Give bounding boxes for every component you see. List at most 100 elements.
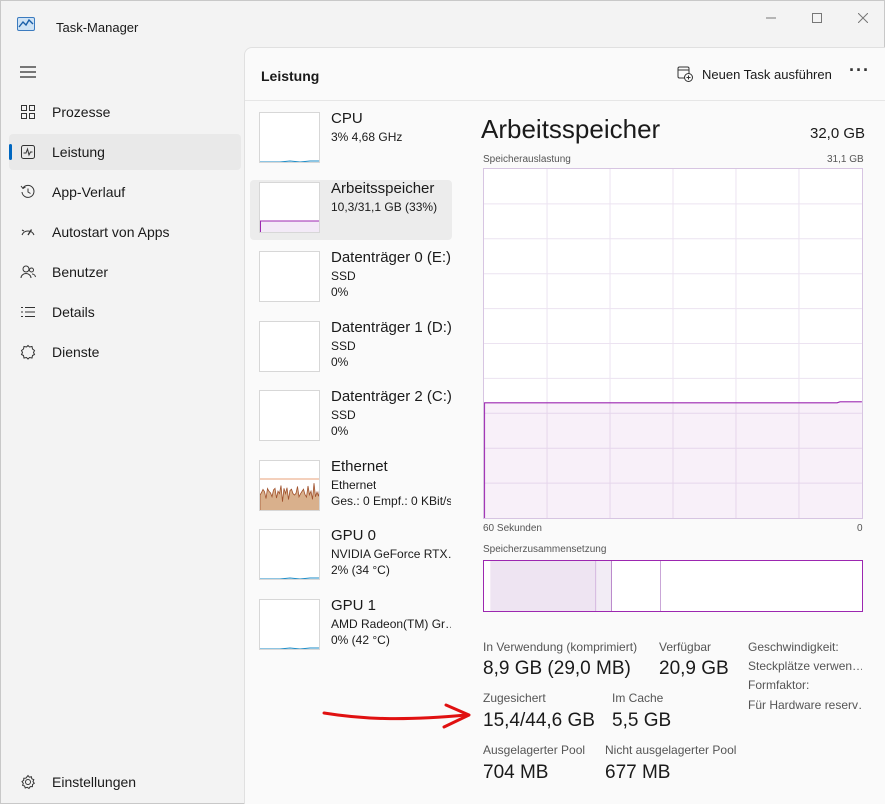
sidebar-item-performance[interactable]: Leistung <box>9 134 241 170</box>
nonpaged-pool-value: 677 MB <box>605 762 671 783</box>
device-subtitle: SSD <box>331 269 356 283</box>
page-title: Leistung <box>261 68 320 84</box>
device-graph-thumbnail <box>259 320 320 372</box>
details-icon <box>21 307 35 317</box>
composition-in-use <box>490 561 597 611</box>
more-options-button[interactable]: ··· <box>849 60 870 81</box>
device-graph <box>260 577 319 579</box>
form-factor-label: Formfaktor: <box>748 678 810 692</box>
hamburger-menu-icon[interactable] <box>19 64 37 80</box>
device-subtitle: NVIDIA GeForce RTX… <box>331 547 451 561</box>
run-new-task-label: Neuen Task ausführen <box>702 66 832 82</box>
device-name: CPU <box>331 110 363 127</box>
chart-axis-left: 60 Sekunden <box>483 523 542 534</box>
nonpaged-pool-label: Nicht ausgelagerter Pool <box>605 743 737 757</box>
paged-pool-value: 704 MB <box>483 762 549 783</box>
device-graph-fill <box>260 220 319 232</box>
sidebar-item-label: Benutzer <box>52 264 109 280</box>
device-detail: 0% <box>331 285 349 299</box>
task-manager-window: Task-Manager Prozesse Leistung App-Verla… <box>0 0 885 804</box>
sidebar-item-label: Leistung <box>52 144 105 160</box>
device-name: Datenträger 1 (D:) <box>331 318 452 336</box>
device-detail: 0% (42 °C) <box>331 632 390 647</box>
processes-icon <box>21 105 35 119</box>
sidebar-item-label: Autostart von Apps <box>52 224 170 240</box>
header-divider <box>245 100 885 101</box>
device-subtitle: 10,3/31,1 GB (33%) <box>331 199 438 214</box>
device-graph-line <box>260 577 319 579</box>
device-item[interactable]: Arbeitsspeicher 10,3/31,1 GB (33%) <box>250 179 452 240</box>
device-name: Arbeitsspeicher <box>331 179 435 197</box>
performance-icon <box>21 145 35 159</box>
sidebar-item-label: Details <box>52 304 95 320</box>
device-name: Ethernet <box>331 457 388 475</box>
device-subtitle: 3% 4,68 GHz <box>331 130 403 144</box>
device-name: GPU 0 <box>331 527 377 544</box>
device-graph <box>260 646 319 649</box>
total-memory: 32,0 GB <box>810 125 866 142</box>
run-new-task-button[interactable]: Neuen Task ausführen <box>677 62 832 86</box>
device-graph <box>260 220 319 232</box>
device-graph <box>260 322 320 372</box>
sidebar-item-label: Dienste <box>52 344 100 360</box>
usage-chart-label: Speicherauslastung <box>483 154 571 165</box>
device-item[interactable]: Datenträger 0 (E:) SSD 0% <box>250 249 452 309</box>
device-item[interactable]: CPU 3% 4,68 GHz <box>250 110 452 170</box>
committed-value: 15,4/44,6 GB <box>483 710 595 731</box>
sidebar-item-services[interactable]: Dienste <box>9 334 241 370</box>
device-item[interactable]: GPU 0 NVIDIA GeForce RTX… 2% (34 °C) <box>250 527 452 587</box>
cached-label: Im Cache <box>612 691 664 705</box>
chart-axis-right: 0 <box>857 523 863 534</box>
sidebar-item-users[interactable]: Benutzer <box>9 254 241 290</box>
sidebar-item-settings[interactable]: Einstellungen <box>9 764 241 800</box>
window-title: Task-Manager <box>56 20 139 35</box>
composition-modified <box>596 561 612 611</box>
device-subtitle: AMD Radeon(TM) Gr… <box>331 616 451 631</box>
sidebar-item-app-history[interactable]: App-Verlauf <box>9 174 241 210</box>
users-icon <box>20 265 36 279</box>
device-item[interactable]: Datenträger 2 (C:) SSD 0% <box>250 388 452 448</box>
device-name: Datenträger 0 (E:) <box>331 249 452 266</box>
device-item[interactable]: Ethernet Ethernet Ges.: 0 Empf.: 0 KBit/s <box>250 458 452 518</box>
device-item[interactable]: GPU 1 AMD Radeon(TM) Gr… 0% (42 °C) <box>250 597 452 657</box>
device-graph-thumbnail <box>259 598 320 650</box>
services-icon <box>20 344 36 360</box>
sidebar-item-label: Prozesse <box>52 104 111 120</box>
device-detail: Ges.: 0 Empf.: 0 KBit/s <box>331 493 451 508</box>
sidebar-item-details[interactable]: Details <box>9 294 241 330</box>
device-graph-area <box>260 482 319 510</box>
device-graph-thumbnail <box>259 459 320 511</box>
sidebar-item-label: App-Verlauf <box>52 184 126 200</box>
sidebar-item-processes[interactable]: Prozesse <box>9 94 241 130</box>
device-detail: 0% <box>331 424 349 438</box>
sidebar-item-label: Einstellungen <box>52 774 137 790</box>
in-use-value: 8,9 GB (29,0 MB) <box>483 658 631 679</box>
in-use-label: In Verwendung (komprimiert) <box>483 640 638 654</box>
available-value: 20,9 GB <box>659 658 729 679</box>
device-name: Datenträger 2 (C:) <box>331 388 452 405</box>
gear-icon <box>21 774 36 790</box>
run-task-icon <box>677 66 693 82</box>
close-button[interactable] <box>840 7 885 29</box>
device-subtitle: Ethernet <box>331 477 377 492</box>
maximize-icon <box>812 13 822 23</box>
minimize-icon <box>766 17 776 19</box>
slots-used-label: Steckplätze verwen… <box>748 659 862 673</box>
cached-value: 5,5 GB <box>612 710 672 731</box>
sidebar-item-startup-apps[interactable]: Autostart von Apps <box>9 214 241 250</box>
memory-usage-chart <box>483 168 863 519</box>
device-name: GPU 1 <box>331 596 377 614</box>
device-graph <box>260 478 319 510</box>
device-graph <box>260 391 320 441</box>
device-graph-thumbnail <box>259 251 320 302</box>
maximize-button[interactable] <box>794 7 840 29</box>
device-graph-thumbnail <box>259 390 320 441</box>
device-subtitle: SSD <box>331 338 356 353</box>
detail-title: Arbeitsspeicher <box>481 114 661 144</box>
device-subtitle: SSD <box>331 408 356 422</box>
device-detail: 0% <box>331 354 349 369</box>
device-item[interactable]: Datenträger 1 (D:) SSD 0% <box>250 319 452 379</box>
usage-area <box>484 402 862 518</box>
minimize-button[interactable] <box>748 7 794 29</box>
available-label: Verfügbar <box>659 640 712 654</box>
